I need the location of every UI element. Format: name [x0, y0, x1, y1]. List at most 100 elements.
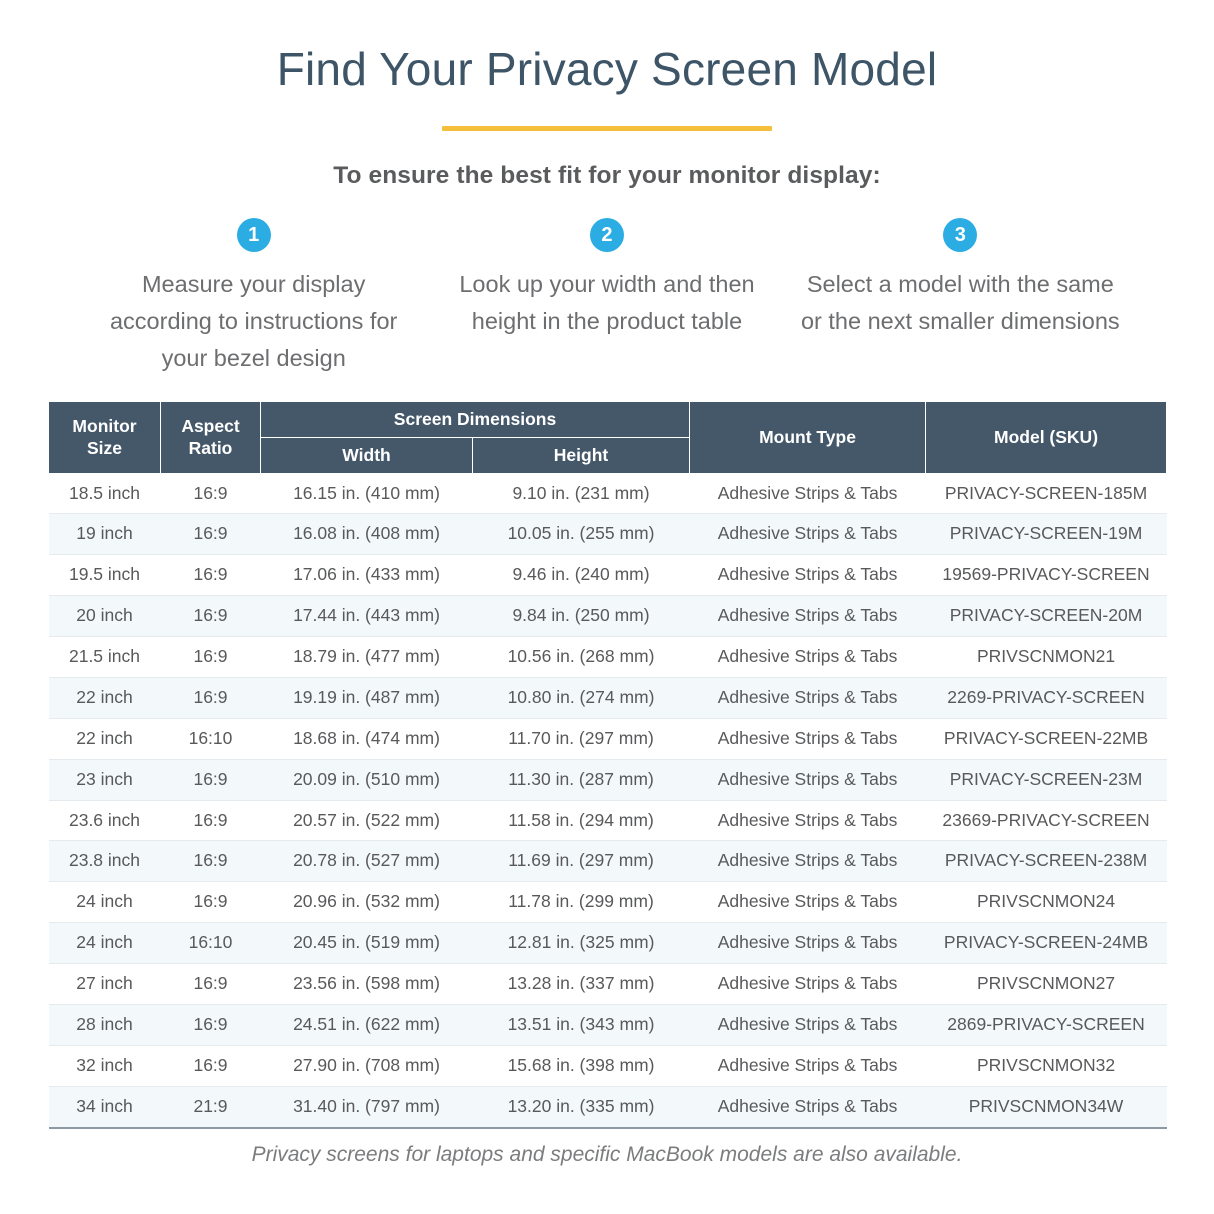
cell-mount-type: Adhesive Strips & Tabs [689, 963, 926, 1005]
cell-screen-height: 11.30 in. (287 mm) [472, 758, 690, 800]
cell-mount-type: Adhesive Strips & Tabs [689, 758, 926, 800]
footnote-text: Privacy screens for laptops and specific… [251, 1143, 963, 1166]
table-row: 20 inch 16:9 17.44 in. (443 mm) 9.84 in. (2… [48, 595, 1167, 637]
table-row: 23.8 inch 16:9 20.78 in. (527 mm) 11.69 in.… [48, 840, 1167, 882]
cell-screen-width: 20.57 in. (522 mm) [260, 799, 473, 841]
cell-aspect-ratio: 16:9 [160, 554, 261, 596]
table-row: 23 inch 16:9 20.09 in. (510 mm) 11.30 in. (… [48, 758, 1167, 800]
step-item-3: 3 Select a model with the same or the ne… [784, 217, 1137, 377]
cell-mount-type: Adhesive Strips & Tabs [689, 717, 926, 760]
cell-screen-height: 11.70 in. (297 mm) [472, 717, 690, 760]
cell-monitor-size: 23.8 inch [48, 840, 161, 882]
step-description-1: Measure your display according to instru… [109, 270, 398, 371]
cell-monitor-size: 22 inch [48, 717, 161, 760]
cell-monitor-size: 24 inch [48, 922, 161, 964]
cell-mount-type: Adhesive Strips & Tabs [689, 636, 926, 678]
table-row: 28 inch 16:9 24.51 in. (622 mm) 13.51 in. (… [48, 1003, 1167, 1046]
cell-monitor-size: 27 inch [48, 963, 161, 1005]
cell-monitor-size: 23 inch [48, 758, 161, 800]
step-description-3: Select a model with the same or the next… [800, 270, 1120, 334]
cell-model-sku: PRIVACY-SCREEN-238M [925, 840, 1167, 882]
cell-aspect-ratio: 16:9 [160, 636, 261, 678]
cell-screen-height: 9.84 in. (250 mm) [472, 595, 690, 637]
cell-model-sku: 2269-PRIVACY-SCREEN [925, 676, 1167, 719]
step-item-2: 2 Look up your width and then height in … [430, 217, 783, 377]
cell-screen-width: 31.40 in. (797 mm) [260, 1085, 473, 1129]
cell-aspect-ratio: 16:9 [160, 473, 261, 514]
cell-model-sku: PRIVSCNMON32 [925, 1044, 1167, 1087]
table-row: 21.5 inch 16:9 18.79 in. (477 mm) 10.56 in.… [48, 636, 1167, 678]
table-row: 34 inch 21:9 31.40 in. (797 mm) 13.20 in. (… [48, 1085, 1167, 1129]
table-row: 27 inch 16:9 23.56 in. (598 mm) 13.28 in. (… [48, 963, 1167, 1005]
cell-screen-height: 11.58 in. (294 mm) [472, 799, 690, 841]
cell-screen-width: 20.78 in. (527 mm) [260, 840, 473, 882]
table-row: 19.5 inch 16:9 17.06 in. (433 mm) 9.46 in. … [48, 554, 1167, 596]
table-row: 22 inch 16:9 19.19 in. (487 mm) 10.80 in. (… [48, 676, 1167, 719]
cell-aspect-ratio: 16:9 [160, 1044, 261, 1087]
cell-screen-height: 9.10 in. (231 mm) [472, 473, 690, 514]
page-title: Find Your Privacy Screen Model [276, 43, 938, 95]
table-row: 32 inch 16:9 27.90 in. (708 mm) 15.68 in. (… [48, 1044, 1167, 1087]
cell-screen-width: 16.15 in. (410 mm) [260, 473, 473, 514]
cell-aspect-ratio: 16:9 [160, 799, 261, 841]
step-item-1: 1 Measure your display according to inst… [77, 217, 430, 377]
cell-monitor-size: 22 inch [48, 676, 161, 719]
cell-aspect-ratio: 16:9 [160, 881, 261, 923]
cell-aspect-ratio: 21:9 [160, 1085, 261, 1129]
cell-mount-type: Adhesive Strips & Tabs [689, 840, 926, 882]
cell-aspect-ratio: 16:9 [160, 595, 261, 637]
privacy-screen-model-guide: Find Your Privacy Screen Model To ensure… [0, 0, 1214, 1214]
cell-monitor-size: 21.5 inch [48, 636, 161, 678]
cell-screen-width: 18.79 in. (477 mm) [260, 636, 473, 678]
table-row: 18.5 inch 16:9 16.15 in. (410 mm) 9.10 in. … [48, 473, 1167, 514]
product-table-header: Monitor Size Aspect Ratio Screen Dimensi… [48, 401, 1168, 474]
cell-monitor-size: 20 inch [48, 595, 161, 637]
cell-mount-type: Adhesive Strips & Tabs [689, 595, 926, 637]
cell-screen-height: 11.78 in. (299 mm) [472, 881, 690, 923]
cell-monitor-size: 23.6 inch [48, 799, 161, 841]
cell-aspect-ratio: 16:10 [160, 717, 261, 760]
cell-mount-type: Adhesive Strips & Tabs [689, 881, 926, 923]
product-table-body: 18.5 inch 16:9 16.15 in. (410 mm) 9.10 in. … [48, 473, 1167, 1129]
cell-screen-height: 10.80 in. (274 mm) [472, 676, 690, 719]
cell-screen-height: 9.46 in. (240 mm) [472, 554, 690, 596]
table-row: 24 inch 16:10 20.45 in. (519 mm) 12.81 in. … [48, 922, 1167, 964]
table-row: 23.6 inch 16:9 20.57 in. (522 mm) 11.58 in.… [48, 799, 1167, 841]
cell-model-sku: PRIVSCNMON24 [925, 881, 1167, 923]
cell-aspect-ratio: 16:9 [160, 676, 261, 719]
step-description-2: Look up your width and then height in th… [459, 270, 755, 334]
column-header-height: Height [471, 436, 691, 474]
cell-screen-height: 11.69 in. (297 mm) [472, 840, 690, 882]
cell-screen-width: 16.08 in. (408 mm) [260, 513, 473, 555]
cell-aspect-ratio: 16:9 [160, 758, 261, 800]
cell-screen-height: 10.56 in. (268 mm) [472, 636, 690, 678]
cell-mount-type: Adhesive Strips & Tabs [689, 676, 926, 719]
cell-monitor-size: 19.5 inch [48, 554, 161, 596]
column-header-model-sku: Model (SKU) [925, 401, 1168, 474]
cell-mount-type: Adhesive Strips & Tabs [689, 473, 926, 514]
cell-monitor-size: 19 inch [48, 513, 161, 555]
cell-mount-type: Adhesive Strips & Tabs [689, 1003, 926, 1046]
cell-screen-height: 13.20 in. (335 mm) [472, 1085, 690, 1129]
cell-screen-height: 15.68 in. (398 mm) [472, 1044, 690, 1087]
cell-model-sku: PRIVACY-SCREEN-24MB [925, 922, 1167, 964]
cell-model-sku: PRIVACY-SCREEN-19M [925, 513, 1167, 555]
table-row: 19 inch 16:9 16.08 in. (408 mm) 10.05 in. (… [48, 513, 1167, 555]
cell-screen-width: 17.06 in. (433 mm) [260, 554, 473, 596]
cell-model-sku: PRIVACY-SCREEN-20M [925, 595, 1167, 637]
page-subtitle: To ensure the best fit for your monitor … [333, 161, 881, 189]
cell-screen-height: 13.51 in. (343 mm) [472, 1003, 690, 1046]
cell-screen-width: 20.09 in. (510 mm) [260, 758, 473, 800]
product-table: Monitor Size Aspect Ratio Screen Dimensi… [48, 401, 1168, 1129]
cell-screen-height: 10.05 in. (255 mm) [472, 513, 690, 555]
cell-screen-width: 17.44 in. (443 mm) [260, 595, 473, 637]
cell-screen-height: 13.28 in. (337 mm) [472, 963, 690, 1005]
cell-monitor-size: 32 inch [48, 1044, 161, 1087]
cell-model-sku: PRIVACY-SCREEN-23M [925, 758, 1167, 800]
cell-mount-type: Adhesive Strips & Tabs [689, 554, 926, 596]
cell-aspect-ratio: 16:9 [160, 840, 261, 882]
column-header-aspect-ratio: Aspect Ratio [160, 401, 261, 474]
cell-model-sku: PRIVSCNMON21 [925, 636, 1167, 678]
cell-screen-width: 20.96 in. (532 mm) [260, 881, 473, 923]
cell-screen-width: 23.56 in. (598 mm) [260, 963, 473, 1005]
